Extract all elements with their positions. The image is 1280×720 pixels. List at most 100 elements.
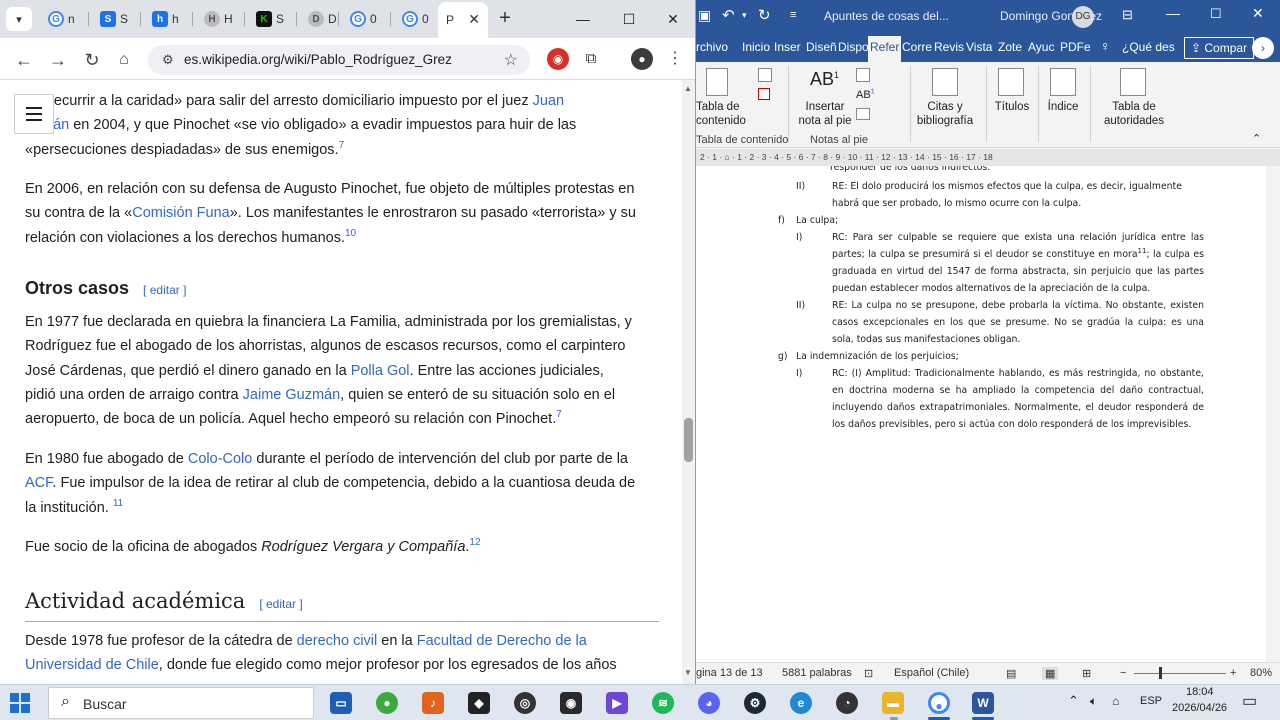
word-icon[interactable]: W <box>972 692 994 714</box>
site-info-icon[interactable]: ⚙ <box>162 52 174 68</box>
link[interactable]: Colo-Colo <box>188 451 252 467</box>
collapse-ribbon-icon[interactable]: ⌃ <box>1252 132 1261 146</box>
browser-tab[interactable]: S S <box>92 6 138 32</box>
minimize-button[interactable]: — <box>560 6 606 32</box>
undo-icon[interactable]: ↶ <box>722 6 735 24</box>
tab-insertar[interactable]: Inser <box>774 40 801 54</box>
clock-date[interactable]: 2026/04/26 <box>1172 702 1227 714</box>
steam-icon[interactable]: ⚙ <box>744 692 766 714</box>
tab-revisar[interactable]: Revis <box>934 40 964 54</box>
word-count[interactable]: 5881 palabras <box>782 667 852 679</box>
tab-archivo[interactable]: rchivo <box>696 40 728 54</box>
customize-toolbar-icon[interactable]: ≡ <box>790 9 796 21</box>
browser-tab[interactable]: G 0 <box>394 6 436 32</box>
discord-icon[interactable]: ◕ <box>698 692 720 714</box>
save-icon[interactable]: ▣ <box>698 7 711 24</box>
citations-bibliography-button[interactable]: Citas y bibliografía <box>908 100 982 128</box>
share-button[interactable]: ⇪ Compar <box>1184 37 1255 59</box>
taskbar-search-box[interactable]: ⌕ Buscar <box>48 687 314 719</box>
insert-endnote-icon[interactable] <box>856 68 870 82</box>
zoom-slider-thumb[interactable] <box>1159 667 1162 679</box>
index-icon[interactable] <box>1050 68 1076 96</box>
horizontal-ruler[interactable]: 2 · 1 · ⌂ · 1 · 2 · 3 · 4 · 5 · 6 · 7 · … <box>696 149 1280 166</box>
extensions-puzzle-icon[interactable]: ⧉ <box>580 48 602 70</box>
add-text-icon[interactable] <box>758 68 772 82</box>
edge-icon[interactable]: e <box>790 692 812 714</box>
link[interactable]: Universidad de Chile <box>25 657 159 673</box>
tab-search-button[interactable]: ▾ <box>6 7 32 31</box>
index-button[interactable]: Índice <box>1044 100 1082 114</box>
minimize-button[interactable]: — <box>1166 5 1180 21</box>
ribbon-display-icon[interactable]: ⊟ <box>1122 7 1133 23</box>
audio-app-icon[interactable]: ♪ <box>422 692 444 714</box>
close-window-button[interactable]: ✕ <box>650 6 695 32</box>
page-scrollbar[interactable] <box>682 80 695 684</box>
volume-icon[interactable]: 🔈︎ <box>1090 694 1097 709</box>
scroll-up-arrow-icon[interactable]: ▲ <box>684 84 692 93</box>
maximize-button[interactable]: ☐ <box>1210 6 1222 22</box>
show-notes-icon[interactable] <box>856 108 870 120</box>
input-language[interactable]: ESP <box>1140 695 1162 707</box>
show-hidden-icons-icon[interactable]: ⌃ <box>1068 693 1079 709</box>
table-of-authorities-icon[interactable] <box>1120 68 1146 96</box>
link[interactable]: Juan <box>533 93 564 109</box>
davinci-resolve-icon[interactable]: ◆ <box>468 692 490 714</box>
video-app-icon[interactable]: ▶ <box>606 692 628 714</box>
bookmark-star-icon[interactable]: ☆ <box>504 50 518 70</box>
web-layout-icon[interactable]: ⊞ <box>1082 667 1091 680</box>
link[interactable]: Jaime Guzmán <box>243 387 341 403</box>
close-window-button[interactable]: ✕ <box>1252 5 1264 22</box>
tab-ayuda[interactable]: Ayuc <box>1028 40 1054 54</box>
chrome-canary-icon[interactable]: ● <box>376 692 398 714</box>
browser-tab[interactable]: K S <box>248 6 294 32</box>
chevron-down-icon[interactable]: ▾ <box>742 10 747 21</box>
notifications-icon[interactable]: ▭ <box>1242 691 1257 711</box>
forward-button[interactable]: → <box>46 48 70 72</box>
link[interactable]: Facultad de Derecho de la <box>417 633 587 649</box>
spotify-icon[interactable]: ≋ <box>652 692 674 714</box>
citation-link[interactable]: 7 <box>339 140 345 151</box>
tell-me-search[interactable]: ¿Qué des <box>1122 40 1175 54</box>
link[interactable]: Comisión Funa <box>132 205 230 221</box>
maximize-button[interactable]: ☐ <box>606 6 652 32</box>
browser-tab[interactable]: D D <box>300 6 346 32</box>
citation-link[interactable]: 11 <box>113 498 123 509</box>
clock-time[interactable]: 18:04 <box>1186 686 1214 698</box>
document-scrollbar[interactable] <box>1266 166 1280 662</box>
obs-studio-icon[interactable]: ◔ <box>836 692 858 714</box>
profile-avatar[interactable]: ● <box>631 48 653 70</box>
more-menu-icon[interactable]: ⋮ <box>664 48 686 70</box>
citations-icon[interactable] <box>932 68 958 96</box>
home-button[interactable]: ⌂ <box>112 48 136 72</box>
tab-disposicion[interactable]: Dispo <box>838 40 869 54</box>
tab-zotero[interactable]: Zote <box>998 40 1022 54</box>
citation-link[interactable]: 12 <box>469 537 480 548</box>
network-icon[interactable]: ⌂ <box>1112 694 1119 708</box>
accessibility-icon[interactable]: ⊡ <box>864 667 873 680</box>
scrollbar-thumb[interactable] <box>684 418 693 462</box>
user-avatar[interactable]: DG <box>1072 6 1094 28</box>
link[interactable]: derecho civil <box>297 633 378 649</box>
next-footnote-icon[interactable]: AB1 <box>856 88 875 102</box>
table-of-contents-button[interactable] <box>14 94 54 134</box>
print-layout-icon[interactable]: ▦ <box>1042 667 1059 680</box>
captions-button[interactable]: Títulos <box>992 100 1032 114</box>
back-button[interactable]: ← <box>12 48 36 72</box>
tab-referencias[interactable]: Refer <box>868 36 902 62</box>
link[interactable]: Polla Gol <box>351 363 410 379</box>
table-of-authorities-button[interactable]: Tabla de autoridades <box>1094 100 1174 128</box>
zoom-level[interactable]: 80% <box>1250 667 1272 679</box>
browser-tab[interactable]: H H <box>196 6 242 32</box>
link[interactable]: ACF <box>25 475 52 491</box>
tab-vista[interactable]: Vista <box>966 40 992 54</box>
zoom-slider[interactable] <box>1134 673 1226 674</box>
address-bar[interactable]: ⚙ es.wikipedia.org/wiki/Pablo_Rodríguez_… <box>148 45 530 75</box>
scroll-down-arrow-icon[interactable]: ▼ <box>684 668 692 677</box>
chrome-icon[interactable]: ● <box>928 692 950 714</box>
update-table-icon[interactable] <box>758 88 770 100</box>
browser-tab[interactable]: G n <box>40 6 86 32</box>
page-count[interactable]: gina 13 de 13 <box>696 667 763 679</box>
language-status[interactable]: Español (Chile) <box>894 667 969 679</box>
word-document-page[interactable]: responder de los daños indirectos. II) R… <box>696 166 1266 662</box>
read-mode-icon[interactable]: ▤ <box>1006 667 1016 680</box>
